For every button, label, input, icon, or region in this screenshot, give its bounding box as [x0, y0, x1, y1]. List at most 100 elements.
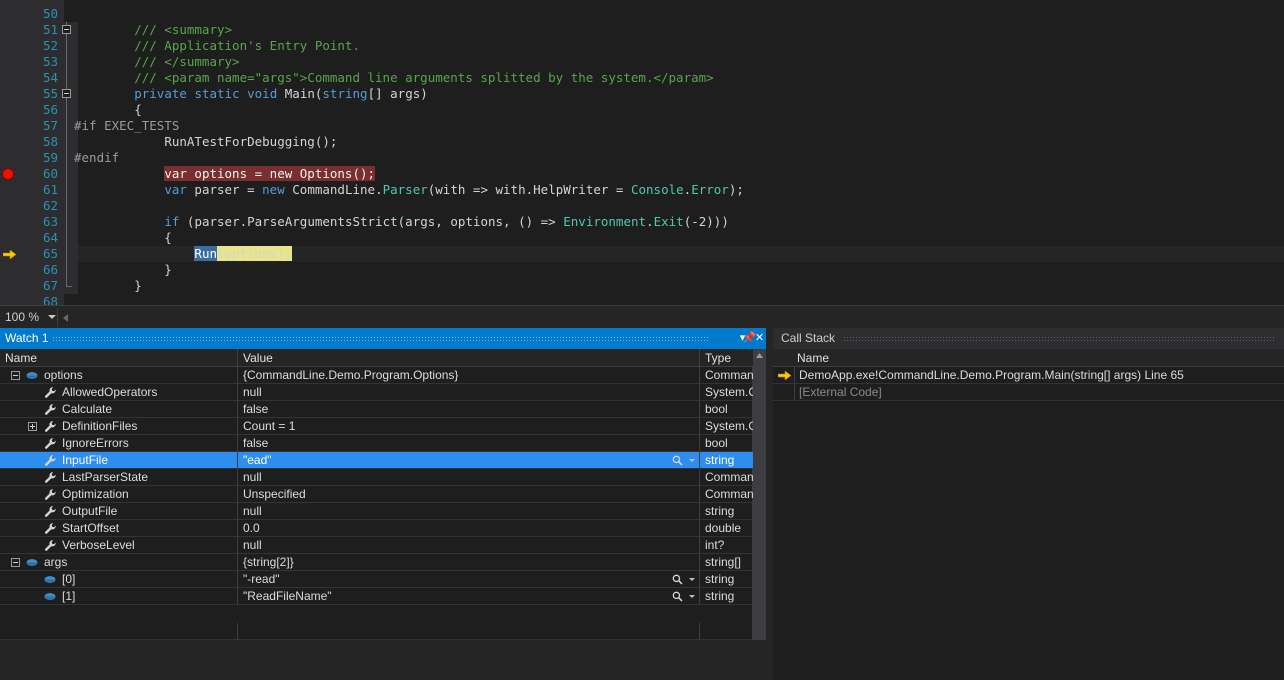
code-line[interactable]: 61 var parser = new CommandLine.Parser(w… — [0, 182, 1284, 198]
watch-row[interactable]: InputFile "ead" string — [0, 452, 753, 469]
watch-name-cell[interactable]: Calculate — [0, 401, 238, 417]
watch-value-cell[interactable]: false — [238, 401, 700, 417]
breakpoint-gutter[interactable] — [0, 294, 18, 305]
visualizer-chevron-down-icon[interactable] — [689, 578, 695, 581]
column-header-type[interactable]: Type — [700, 349, 753, 367]
watch-row[interactable]: options {CommandLine.Demo.Program.Options… — [0, 367, 753, 384]
watch-value-cell[interactable]: Unspecified — [238, 486, 700, 502]
new-entry-name-cell[interactable] — [0, 623, 238, 639]
watch-name-cell[interactable]: [0] — [0, 571, 238, 587]
watch-row[interactable]: Calculate false bool — [0, 401, 753, 418]
watch-row[interactable]: DefinitionFiles Count = 1 System.C — [0, 418, 753, 435]
row-expander-minus-icon[interactable] — [11, 558, 20, 567]
watch-new-entry-row[interactable] — [0, 623, 753, 640]
call-stack-row[interactable]: [External Code] — [773, 384, 1284, 401]
breakpoint-gutter[interactable] — [0, 262, 18, 278]
code-line[interactable]: 67 } — [0, 278, 1284, 294]
row-expander-plus-icon[interactable] — [28, 422, 37, 431]
visualizer-chevron-down-icon[interactable] — [689, 595, 695, 598]
code-line[interactable]: 57 #if EXEC_TESTS — [0, 118, 1284, 134]
code-line[interactable]: 56 { — [0, 102, 1284, 118]
watch-value-cell[interactable]: {CommandLine.Demo.Program.Options} — [238, 367, 700, 383]
breakpoint-gutter[interactable] — [0, 214, 18, 230]
watch-value-cell[interactable]: Count = 1 — [238, 418, 700, 434]
watch-row[interactable]: args {string[2]} string[] — [0, 554, 753, 571]
breakpoint-gutter[interactable] — [0, 230, 18, 246]
column-header-name[interactable]: Name — [0, 349, 238, 367]
watch-row[interactable]: VerboseLevel null int? — [0, 537, 753, 554]
watch-value-cell[interactable]: "ead" — [238, 452, 700, 468]
breakpoint-gutter[interactable] — [0, 70, 18, 86]
string-visualizer-icon[interactable] — [672, 591, 683, 602]
chevron-down-icon[interactable] — [48, 315, 56, 319]
code-line[interactable]: 53 /// </summary> — [0, 54, 1284, 70]
code-line[interactable]: 59 #endif — [0, 150, 1284, 166]
code-line[interactable]: 55 private static void Main(string[] arg… — [0, 86, 1284, 102]
watch-value-cell[interactable]: null — [238, 503, 700, 519]
watch-name-cell[interactable]: OutputFile — [0, 503, 238, 519]
watch-vertical-scrollbar[interactable] — [753, 349, 766, 640]
code-line[interactable]: 54 /// <param name="args">Command line a… — [0, 70, 1284, 86]
call-stack-titlebar[interactable]: Call Stack — [773, 328, 1284, 349]
watch-value-cell[interactable]: {string[2]} — [238, 554, 700, 570]
breakpoint-gutter[interactable] — [0, 22, 18, 38]
breakpoint-gutter[interactable] — [0, 166, 18, 182]
code-line[interactable]: 62 — [0, 198, 1284, 214]
breakpoint-gutter[interactable] — [0, 102, 18, 118]
watch-row[interactable]: [1] "ReadFileName" string — [0, 588, 753, 605]
watch-name-cell[interactable]: LastParserState — [0, 469, 238, 485]
code-line[interactable]: 50 — [0, 6, 1284, 22]
call-stack-row[interactable]: DemoApp.exe!CommandLine.Demo.Program.Mai… — [773, 367, 1284, 384]
breakpoint-gutter[interactable] — [0, 150, 18, 166]
visualizer-chevron-down-icon[interactable] — [689, 459, 695, 462]
panel-splitter[interactable] — [766, 328, 773, 680]
breakpoint-gutter[interactable] — [0, 38, 18, 54]
watch-value-cell[interactable]: null — [238, 469, 700, 485]
code-line[interactable]: 64 { — [0, 230, 1284, 246]
watch-row[interactable]: Optimization Unspecified Comman — [0, 486, 753, 503]
fold-collapse-icon[interactable] — [62, 89, 71, 98]
watch-row[interactable]: StartOffset 0.0 double — [0, 520, 753, 537]
breakpoint-gutter[interactable] — [0, 182, 18, 198]
code-line[interactable]: 58 RunATestForDebugging(); — [0, 134, 1284, 150]
breakpoint-gutter[interactable] — [0, 278, 18, 294]
close-icon[interactable]: ✕ — [752, 331, 767, 346]
breakpoint-gutter[interactable] — [0, 134, 18, 150]
watch-name-cell[interactable]: options — [0, 367, 238, 383]
code-line[interactable]: 68 — [0, 294, 1284, 305]
breakpoint-gutter[interactable] — [0, 54, 18, 70]
code-editor[interactable]: 50 51 /// <summary> 52 /// Application's E… — [0, 0, 1284, 305]
watch-name-cell[interactable]: InputFile — [0, 452, 238, 468]
code-line[interactable]: 51 /// <summary> — [0, 22, 1284, 38]
watch-value-cell[interactable]: "-read" — [238, 571, 700, 587]
watch-value-cell[interactable]: null — [238, 537, 700, 553]
watch-name-cell[interactable]: IgnoreErrors — [0, 435, 238, 451]
watch-row[interactable]: LastParserState null Comman — [0, 469, 753, 486]
watch-name-cell[interactable]: AllowedOperators — [0, 384, 238, 400]
code-line[interactable]: 60 var options = new Options(); — [0, 166, 1284, 182]
watch-name-cell[interactable]: [1] — [0, 588, 238, 604]
watch-panel-titlebar[interactable]: Watch 1 ▾ 📌 ✕ — [0, 328, 766, 349]
watch-name-cell[interactable]: StartOffset — [0, 520, 238, 536]
column-header-value[interactable]: Value — [238, 349, 700, 367]
watch-value-cell[interactable]: "ReadFileName" — [238, 588, 700, 604]
watch-name-cell[interactable]: VerboseLevel — [0, 537, 238, 553]
breakpoint-gutter[interactable] — [0, 118, 18, 134]
string-visualizer-icon[interactable] — [672, 455, 683, 466]
watch-grid[interactable]: Name Value Type options {CommandLine.Demo… — [0, 349, 753, 640]
call-stack-grid[interactable]: Name DemoApp.exe!CommandLine.Demo.Progra… — [773, 349, 1284, 680]
breakpoint-gutter[interactable] — [0, 6, 18, 22]
string-visualizer-icon[interactable] — [672, 574, 683, 585]
column-header-name[interactable]: Name — [797, 349, 829, 367]
code-line[interactable]: 65 Run(options); — [0, 246, 1284, 262]
watch-row[interactable]: IgnoreErrors false bool — [0, 435, 753, 452]
watch-value-cell[interactable]: 0.0 — [238, 520, 700, 536]
code-line[interactable]: 52 /// Application's Entry Point. — [0, 38, 1284, 54]
watch-row[interactable]: AllowedOperators null System.C — [0, 384, 753, 401]
watch-value-cell[interactable]: false — [238, 435, 700, 451]
breakpoint-gutter[interactable] — [0, 246, 18, 262]
fold-collapse-icon[interactable] — [62, 25, 71, 34]
scroll-left-arrow-icon[interactable] — [63, 314, 68, 322]
zoom-level-value[interactable]: 100 % — [5, 310, 39, 324]
watch-name-cell[interactable]: args — [0, 554, 238, 570]
